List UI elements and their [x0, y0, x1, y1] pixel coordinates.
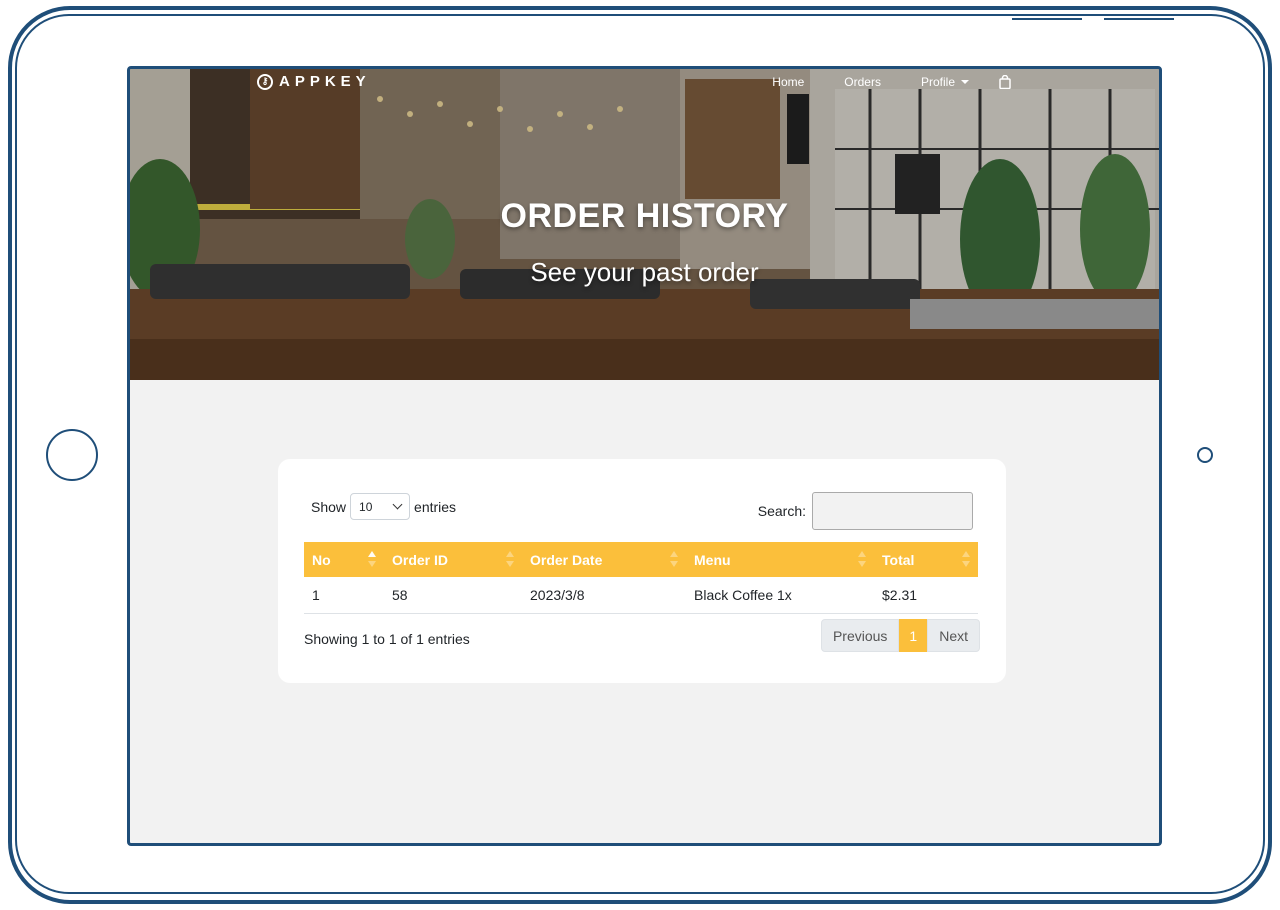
entries-length-control: Show 10 entries — [311, 493, 456, 520]
column-header-label: Menu — [694, 551, 731, 568]
brand-logo[interactable]: ⚷ APPKEY — [257, 73, 371, 90]
column-header-label: Order Date — [530, 551, 603, 568]
nav-links: Home Orders Profile — [732, 75, 1011, 89]
table-header-row: No Order ID Order Date Menu Total — [304, 542, 978, 577]
camera-dot — [1197, 447, 1213, 463]
entries-label: entries — [414, 498, 457, 515]
chevron-down-icon — [392, 499, 403, 510]
table-info: Showing 1 to 1 of 1 entries — [304, 631, 470, 647]
search-input[interactable] — [812, 492, 973, 530]
column-header-label: Order ID — [392, 551, 449, 568]
cell-order-date: 2023/3/8 — [522, 577, 686, 614]
column-header-menu[interactable]: Menu — [686, 542, 874, 577]
column-header-label: No — [312, 551, 331, 568]
order-history-card: Show 10 entries Search: No Order ID Orde… — [278, 459, 1006, 683]
cell-no: 1 — [304, 577, 384, 614]
sort-ascending-icon — [368, 551, 376, 567]
column-header-order-id[interactable]: Order ID — [384, 542, 522, 577]
page-1-button[interactable]: 1 — [899, 619, 928, 652]
sort-icon — [962, 551, 970, 567]
column-header-order-date[interactable]: Order Date — [522, 542, 686, 577]
key-icon: ⚷ — [257, 73, 273, 90]
nav-profile-label: Profile — [920, 75, 955, 89]
sort-icon — [858, 551, 866, 567]
search-control: Search: — [758, 492, 973, 530]
caret-down-icon — [961, 80, 969, 84]
shopping-bag-icon[interactable] — [999, 75, 1011, 89]
screen: ⚷ APPKEY Home Orders Profile ORDER HISTO… — [127, 66, 1162, 846]
search-label: Search: — [757, 503, 806, 519]
sort-icon — [506, 551, 514, 567]
page-subtitle: See your past order — [530, 257, 759, 287]
page-title: ORDER HISTORY — [500, 197, 789, 235]
entries-select[interactable]: 10 — [350, 493, 411, 520]
column-header-no[interactable]: No — [304, 542, 384, 577]
sort-icon — [670, 551, 678, 567]
hero-banner: ⚷ APPKEY Home Orders Profile ORDER HISTO… — [130, 69, 1159, 380]
column-header-total[interactable]: Total — [874, 542, 978, 577]
table-row: 1 58 2023/3/8 Black Coffee 1x $2.31 — [304, 577, 978, 614]
entries-select-value: 10 — [359, 499, 373, 514]
column-header-label: Total — [882, 551, 915, 568]
pagination: Previous 1 Next — [820, 619, 980, 652]
previous-page-button[interactable]: Previous — [820, 619, 900, 652]
show-label: Show — [311, 498, 347, 515]
cell-total: $2.31 — [874, 577, 978, 614]
nav-orders-link[interactable]: Orders — [844, 75, 881, 89]
nav-home-link[interactable]: Home — [772, 75, 804, 89]
cell-menu: Black Coffee 1x — [686, 577, 874, 614]
brand-name: APPKEY — [279, 73, 371, 90]
cell-order-id: 58 — [384, 577, 522, 614]
nav-profile-dropdown[interactable]: Profile — [921, 75, 969, 89]
home-button — [46, 429, 98, 481]
next-page-button[interactable]: Next — [927, 619, 980, 652]
orders-table: No Order ID Order Date Menu Total 1 58 2… — [304, 542, 978, 614]
navbar: ⚷ APPKEY Home Orders Profile — [130, 69, 1159, 99]
